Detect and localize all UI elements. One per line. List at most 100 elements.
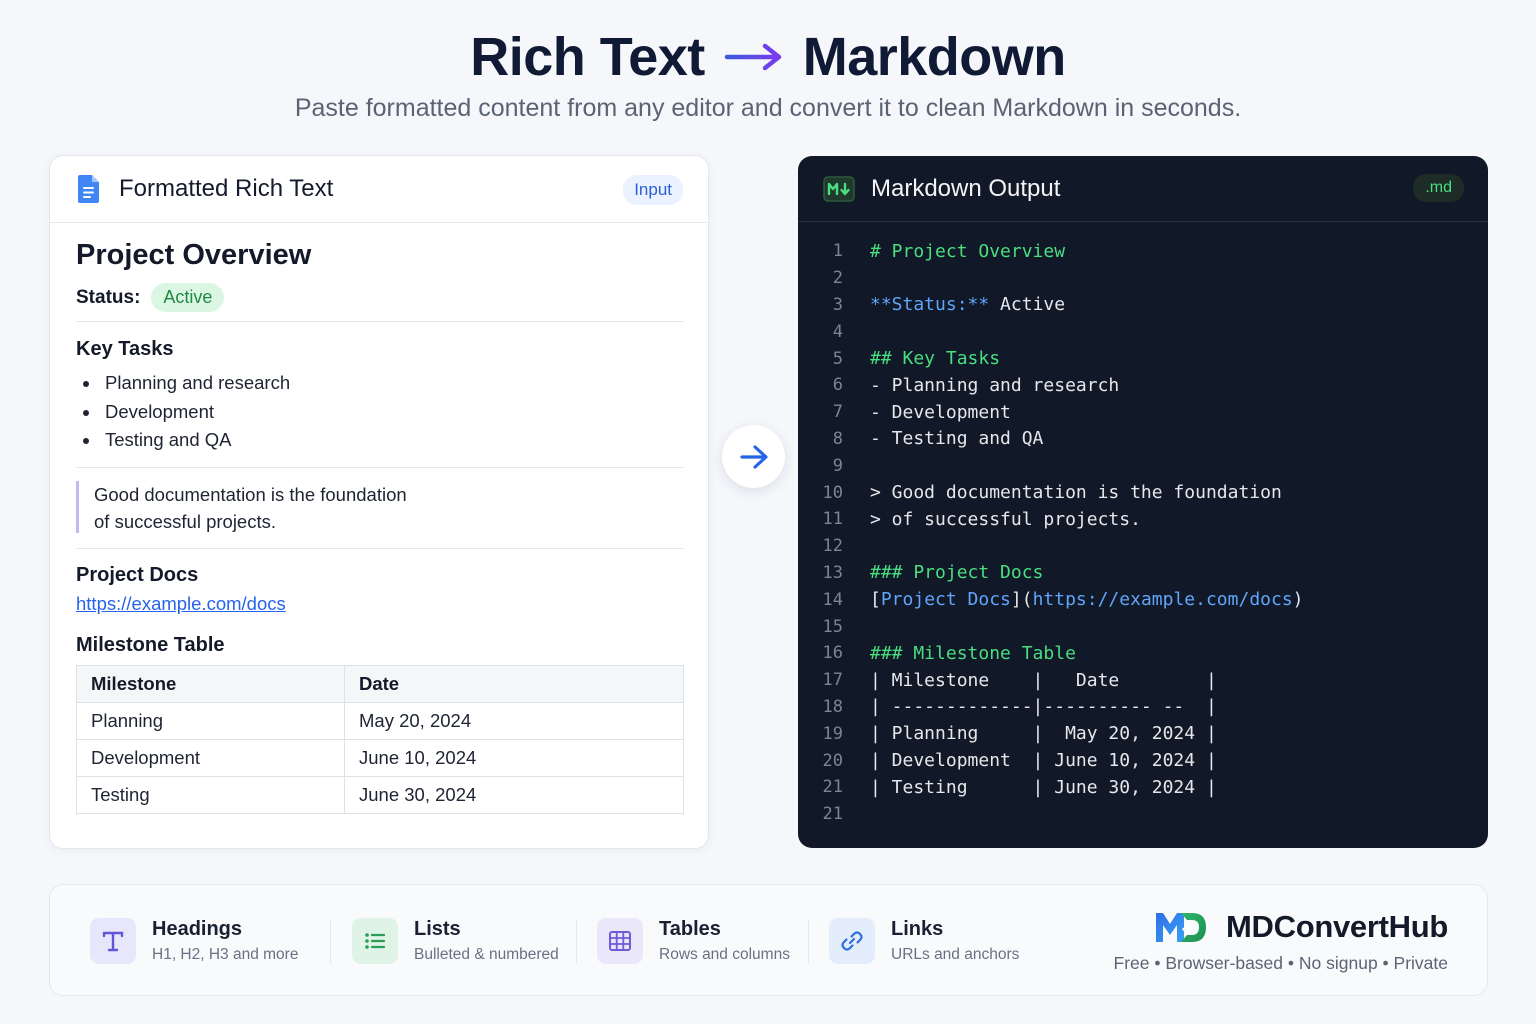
docs-link[interactable]: https://example.com/docs bbox=[76, 593, 286, 615]
line-content: # Project Overview bbox=[870, 241, 1065, 262]
feature-subtitle: URLs and anchors bbox=[891, 946, 1020, 963]
code-line: 7 - Development bbox=[798, 399, 1488, 426]
line-number: 16 bbox=[822, 643, 843, 664]
link-icon bbox=[829, 918, 875, 964]
line-content: ### Project Docs bbox=[870, 562, 1043, 583]
line-content: | Planning | May 20, 2024 | bbox=[870, 723, 1217, 744]
code-line: 20 | Development | June 10, 2024 | bbox=[798, 747, 1488, 774]
line-number: 21 bbox=[822, 777, 843, 798]
title-markdown: Markdown bbox=[802, 27, 1067, 87]
line-number: 10 bbox=[822, 482, 843, 503]
line-content: | Development | June 10, 2024 | bbox=[870, 750, 1217, 771]
code-token: | Development | June 10, 2024 | bbox=[870, 750, 1217, 772]
line-content: > of successful projects. bbox=[870, 509, 1141, 530]
brand-logo-icon bbox=[1156, 913, 1206, 942]
code-line: 3 **Status:** Active bbox=[798, 292, 1488, 319]
milestone-table: Milestone Date Planning May 20, 2024 Dev… bbox=[76, 665, 684, 814]
code-token: Project Docs bbox=[880, 589, 1011, 611]
table-row: Development June 10, 2024 bbox=[76, 739, 684, 777]
line-content: | Testing | June 30, 2024 | bbox=[870, 777, 1217, 798]
code-line: 15 bbox=[798, 613, 1488, 640]
feature-subtitle: Rows and columns bbox=[659, 946, 790, 963]
column-header: Milestone bbox=[76, 665, 345, 703]
code-token: https://example.com/docs bbox=[1032, 589, 1293, 611]
code-token: - Testing and QA bbox=[870, 428, 1044, 450]
code-token: - Development bbox=[870, 401, 1011, 423]
brand-block: MDConvertHub Free • Browser-based • No s… bbox=[1114, 909, 1449, 974]
code-token: ## Key Tasks bbox=[870, 348, 1001, 370]
blockquote: Good documentation is the foundation of … bbox=[76, 481, 407, 533]
features-bar: Headings H1, H2, H3 and more Lists Bulle… bbox=[49, 884, 1488, 996]
code-line: 21 | Testing | June 30, 2024 | bbox=[798, 774, 1488, 801]
list-icon bbox=[352, 918, 398, 964]
line-content: **Status:** Active bbox=[870, 294, 1065, 315]
line-number: 1 bbox=[832, 241, 843, 262]
code-token: ) bbox=[1292, 589, 1304, 611]
code-token: - Planning and research bbox=[870, 374, 1120, 396]
line-number: 3 bbox=[832, 294, 843, 315]
input-badge: Input bbox=[623, 175, 683, 205]
code-token: Active bbox=[989, 294, 1066, 316]
code-token: [ bbox=[870, 589, 881, 611]
table-header-row: Milestone Date bbox=[76, 665, 684, 703]
feature-title: Links bbox=[891, 918, 944, 940]
line-number: 18 bbox=[822, 696, 843, 717]
code-line: 13 ### Project Docs bbox=[798, 560, 1488, 587]
code-token: **Status:** bbox=[870, 294, 990, 316]
tasks-heading: Key Tasks bbox=[76, 338, 174, 360]
code-token: > Good documentation is the foundation bbox=[870, 482, 1282, 504]
feature-title: Lists bbox=[414, 918, 461, 940]
table-cell: Testing bbox=[76, 776, 345, 814]
page-title: Rich Text Markdown bbox=[0, 26, 1536, 88]
divider bbox=[76, 548, 684, 549]
feature-links: Links URLs and anchors bbox=[829, 918, 1019, 964]
code-line: 19 | Planning | May 20, 2024 | bbox=[798, 720, 1488, 747]
markdown-output-panel[interactable]: Markdown Output .md 1 # Project Overview 2… bbox=[798, 156, 1488, 848]
arrow-right-icon bbox=[739, 444, 768, 469]
divider bbox=[330, 919, 331, 963]
code-token: | Testing | June 30, 2024 | bbox=[870, 776, 1217, 798]
code-line: 21 bbox=[798, 801, 1488, 828]
divider bbox=[576, 919, 577, 963]
divider bbox=[76, 321, 684, 322]
code-line: 8 - Testing and QA bbox=[798, 426, 1488, 453]
bullet-icon bbox=[83, 381, 89, 387]
code-line: 1 # Project Overview bbox=[798, 238, 1488, 265]
line-number: 14 bbox=[822, 589, 843, 610]
status-badge: Active bbox=[151, 283, 225, 312]
arrow-right-icon bbox=[724, 43, 781, 71]
line-number: 17 bbox=[822, 670, 843, 691]
line-number: 4 bbox=[832, 321, 843, 342]
code-line: 6 - Planning and research bbox=[798, 372, 1488, 399]
feature-tables: Tables Rows and columns bbox=[597, 918, 790, 964]
code-token: ### Milestone Table bbox=[870, 642, 1076, 664]
bullet-icon bbox=[83, 438, 89, 444]
line-number: 13 bbox=[822, 562, 843, 583]
line-number: 8 bbox=[832, 428, 843, 449]
input-panel-title: Formatted Rich Text bbox=[119, 175, 334, 202]
code-line: 16 ### Milestone Table bbox=[798, 640, 1488, 667]
md-badge: .md bbox=[1413, 174, 1464, 202]
code-editor[interactable]: 1 # Project Overview 2 3 **Status:** Active 4… bbox=[798, 238, 1488, 828]
code-line: 17 | Milestone | Date | bbox=[798, 667, 1488, 694]
code-token: | -------------|---------- -- | bbox=[870, 696, 1217, 718]
line-content: | Milestone | Date | bbox=[870, 670, 1217, 691]
doc-heading: Project Overview bbox=[76, 239, 312, 271]
feature-headings: Headings H1, H2, H3 and more bbox=[90, 918, 298, 964]
table-heading: Milestone Table bbox=[76, 634, 225, 656]
page-subtitle: Paste formatted content from any editor … bbox=[294, 94, 1242, 122]
table-cell: Development bbox=[76, 739, 345, 777]
table-icon bbox=[597, 918, 643, 964]
table-row: Planning May 20, 2024 bbox=[76, 702, 684, 740]
convert-button[interactable] bbox=[722, 425, 785, 488]
heading-icon bbox=[90, 918, 136, 964]
brand-name: MDConvertHub bbox=[1226, 909, 1448, 944]
line-number: 19 bbox=[822, 723, 843, 744]
rich-text-input-panel[interactable]: Formatted Rich Text Input Project Overvi… bbox=[49, 155, 709, 849]
code-token: > of successful projects. bbox=[870, 508, 1141, 530]
brand-tagline: Free • Browser-based • No signup • Priva… bbox=[1113, 953, 1449, 973]
line-number: 20 bbox=[822, 750, 843, 771]
feature-subtitle: H1, H2, H3 and more bbox=[152, 946, 299, 963]
line-content: - Testing and QA bbox=[870, 428, 1043, 449]
divider bbox=[76, 467, 684, 468]
